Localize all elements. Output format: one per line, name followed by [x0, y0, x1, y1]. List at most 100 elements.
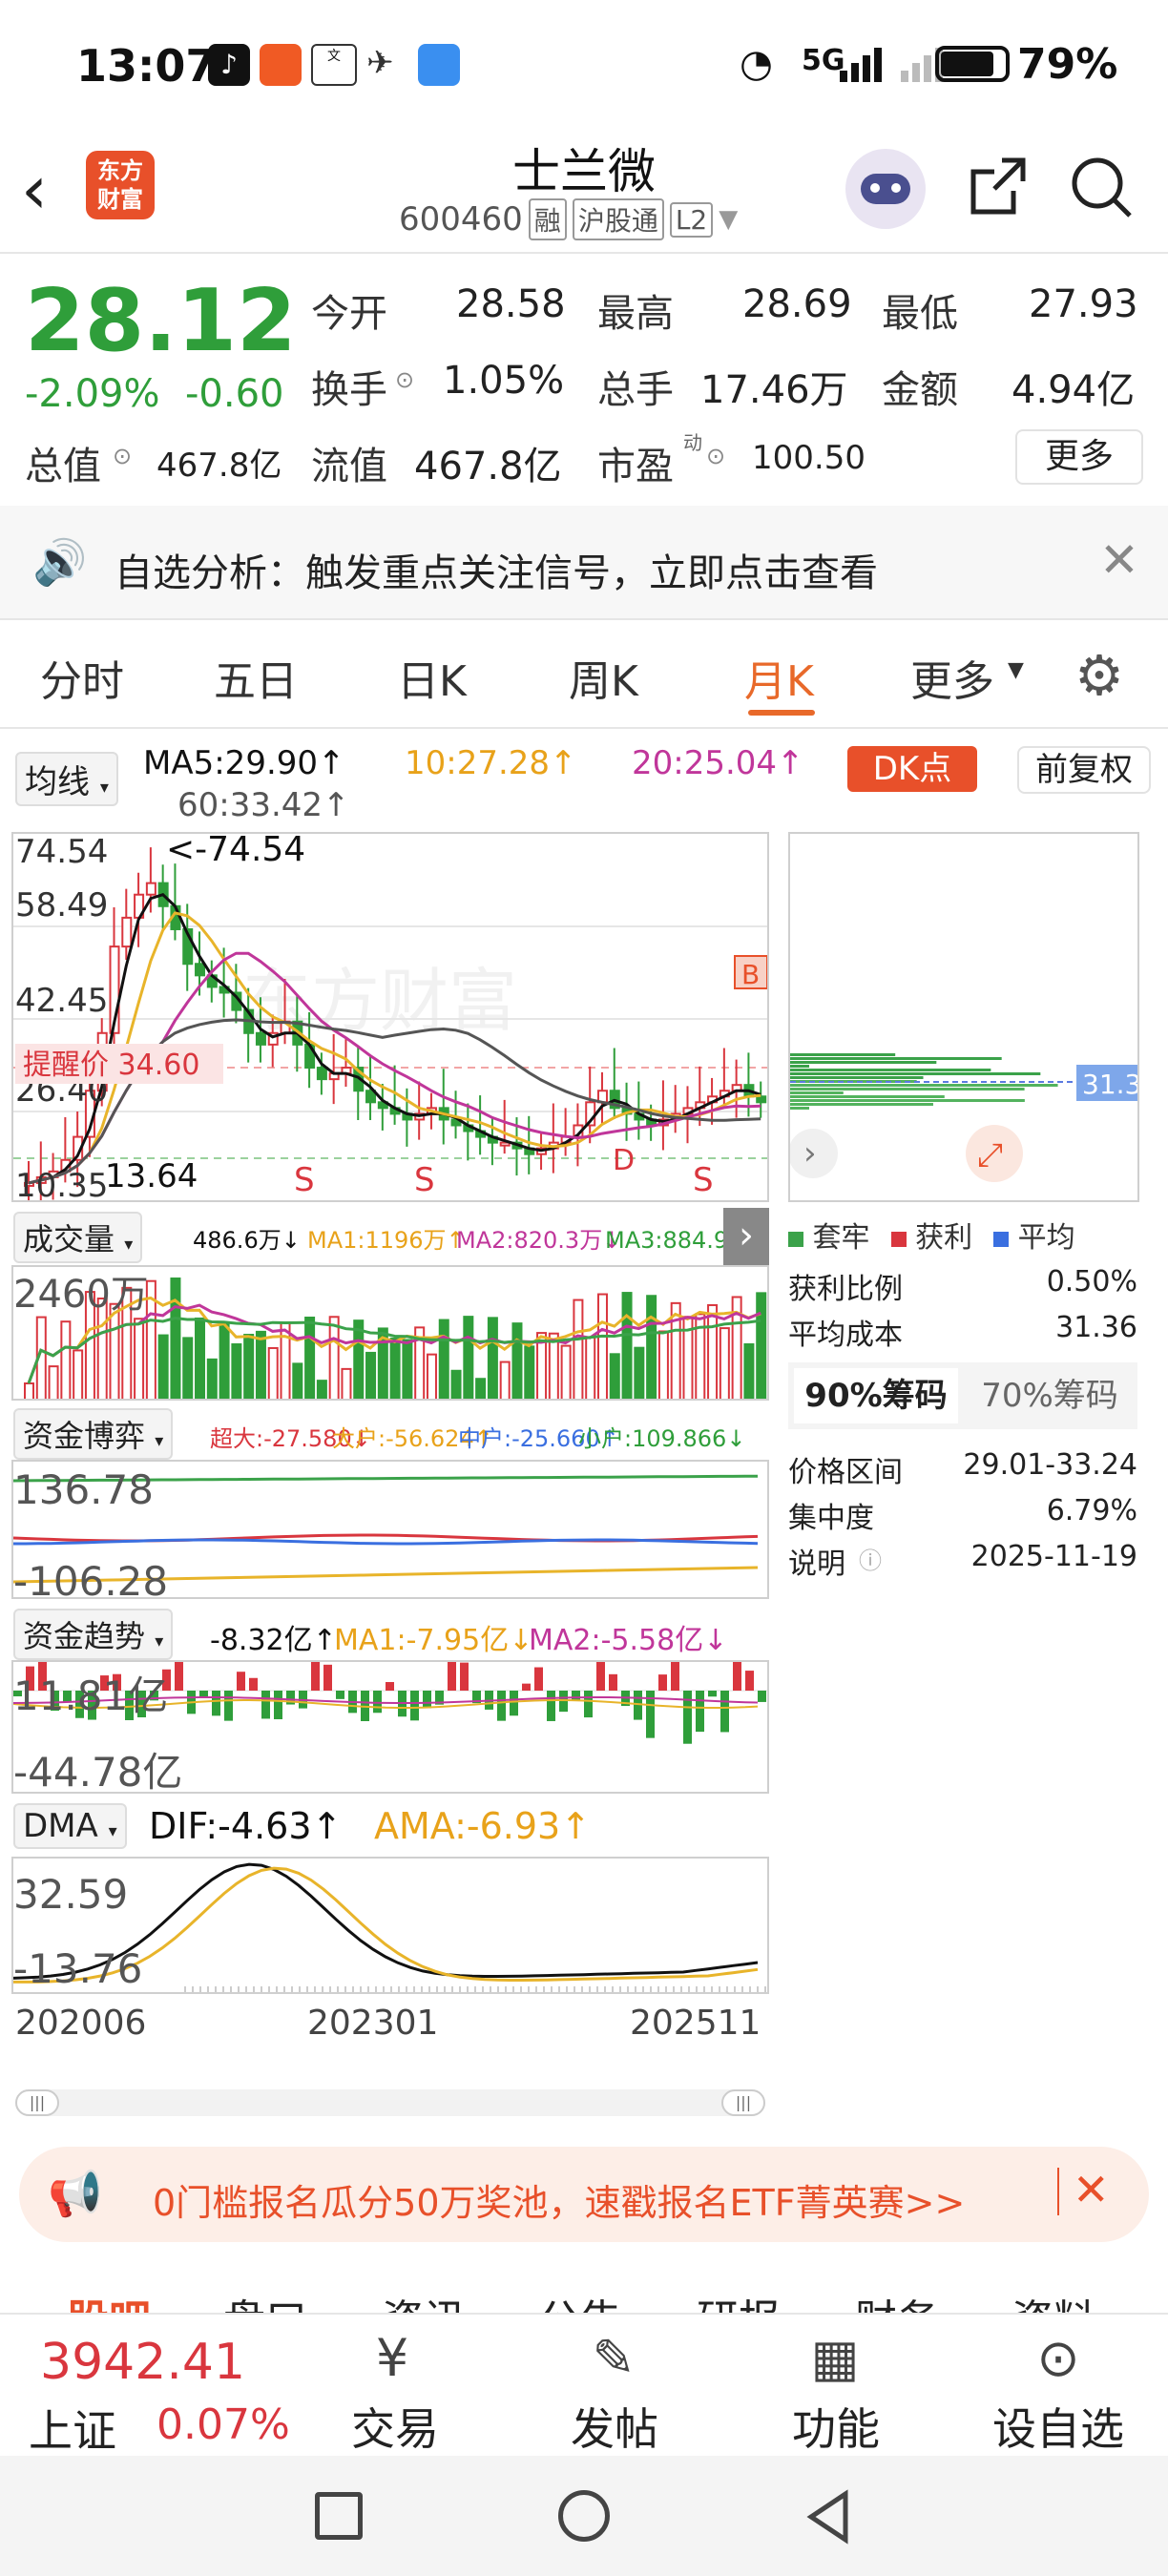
- volume-bar: [573, 1298, 584, 1399]
- profit-ratio-value: 0.50%: [1046, 1265, 1137, 1298]
- volume-ma2: MA2:820.3万↓: [456, 1227, 622, 1254]
- volume-bar: [426, 1353, 437, 1399]
- range-scrollbar[interactable]: ||| |||: [15, 2089, 765, 2116]
- info-icon[interactable]: ⊙: [395, 366, 414, 393]
- chip-stats: 套牢 获利 平均 获利比例 0.50% 平均成本 31.36 90%筹码 70%…: [788, 1214, 1141, 1633]
- expand-right-icon[interactable]: ›: [723, 1208, 769, 1267]
- search-icon[interactable]: [1067, 153, 1136, 221]
- tab-daily-k[interactable]: 日K: [397, 647, 467, 708]
- legend-avg: 平均: [993, 1214, 1075, 1256]
- trade-icon[interactable]: ¥: [349, 2328, 435, 2388]
- candle-body: [195, 963, 206, 977]
- change-amount: -0.60: [185, 372, 284, 416]
- tab-profile[interactable]: 资料: [1012, 2286, 1095, 2315]
- nav-features[interactable]: 功能: [779, 2395, 893, 2458]
- fund-trend-y-top: 11.81亿: [13, 1672, 168, 1719]
- float-value: 467.8亿: [414, 445, 562, 488]
- recent-apps-icon[interactable]: [315, 2492, 363, 2540]
- fund-trend-bar: [373, 1691, 382, 1714]
- tab-chip-90[interactable]: 90%筹码: [794, 1368, 958, 1423]
- tab-research[interactable]: 研报: [697, 2286, 781, 2315]
- assistant-robot-icon[interactable]: [845, 149, 926, 229]
- nav-add-watchlist[interactable]: 设自选: [977, 2395, 1139, 2458]
- close-icon[interactable]: ✕: [1073, 2164, 1110, 2215]
- info-icon[interactable]: ⊙: [706, 443, 725, 469]
- back-nav-icon[interactable]: [802, 2488, 859, 2545]
- promo-banner[interactable]: 📢 0门槛报名瓜分50万奖池，速戳报名ETF菁英赛>> ✕: [19, 2147, 1149, 2242]
- dma-ama: AMA:-6.93↑: [374, 1805, 592, 1847]
- tab-orderbook[interactable]: 盘口: [223, 2286, 307, 2315]
- dma-selector[interactable]: DMA ▾: [13, 1803, 127, 1849]
- chevron-down-icon[interactable]: ▼: [719, 205, 738, 234]
- expand-arrows-icon[interactable]: ⤢: [977, 1136, 1003, 1174]
- volume-value: 486.6万↓: [193, 1227, 301, 1254]
- kline-chart[interactable]: 东方财富 74.54 58.49 42.45 26.40 10.35 <-74.…: [11, 832, 769, 1202]
- tab-news[interactable]: 资讯: [382, 2286, 466, 2315]
- news-icon: 文: [311, 44, 357, 86]
- index-name[interactable]: 上证: [29, 2397, 116, 2460]
- legend-profit: 获利: [890, 1214, 972, 1256]
- change-percent: -2.09%: [25, 372, 160, 416]
- index-value[interactable]: 3942.41: [40, 2334, 245, 2391]
- analysis-banner[interactable]: 🔊 自选分析：触发重点关注信号，立即点击查看 ✕: [0, 506, 1168, 618]
- close-icon[interactable]: ✕: [1099, 532, 1139, 588]
- nav-trade[interactable]: 交易: [338, 2395, 452, 2458]
- volume-bar: [231, 1343, 242, 1399]
- tag-l2: L2: [669, 201, 714, 238]
- info-icon[interactable]: ⓘ: [859, 1542, 882, 1575]
- fund-trend-bar: [323, 1664, 332, 1691]
- open-label: 今开: [311, 292, 387, 336]
- share-icon[interactable]: [964, 153, 1031, 219]
- dma-header: DMA ▾ DIF:-4.63↑ AMA:-6.93↑: [0, 1799, 773, 1851]
- tab-chip-70[interactable]: 70%筹码: [968, 1368, 1132, 1423]
- grid-apps-icon[interactable]: ▦: [792, 2328, 878, 2388]
- chevron-right-icon[interactable]: ›: [803, 1134, 817, 1173]
- tab-monthly-k[interactable]: 月K: [744, 647, 814, 708]
- note-date: 2025-11-19: [970, 1540, 1137, 1573]
- honor-icon: [418, 44, 460, 86]
- volume-bar: [109, 1302, 120, 1399]
- chip-bar: [790, 1076, 924, 1079]
- scroll-handle-right[interactable]: |||: [721, 2089, 765, 2116]
- fund-game-selector[interactable]: 资金博弈 ▾: [13, 1408, 174, 1460]
- fund-trend-selector[interactable]: 资金趋势 ▾: [13, 1609, 174, 1660]
- signal-s[interactable]: S: [294, 1161, 315, 1199]
- signal-d[interactable]: D: [613, 1144, 635, 1177]
- volume-bar: [157, 1334, 169, 1399]
- current-price: 28.12: [25, 271, 297, 371]
- scroll-handle-left[interactable]: |||: [15, 2089, 59, 2116]
- section-tabs: 股吧 盘口 资讯 公告 研报 财务 资料: [0, 2257, 1168, 2315]
- home-icon[interactable]: [558, 2490, 610, 2542]
- candle-body: [316, 1067, 327, 1081]
- ma-selector[interactable]: 均线 ▾: [15, 752, 118, 806]
- tab-forum[interactable]: 股吧: [67, 2286, 151, 2315]
- tab-weekly-k[interactable]: 周K: [569, 647, 638, 708]
- tab-finance[interactable]: 财务: [855, 2286, 939, 2315]
- adjust-button[interactable]: 前复权: [1017, 746, 1151, 794]
- volume-bar: [657, 1330, 669, 1399]
- signal-b[interactable]: B: [741, 959, 760, 990]
- settings-gear-icon[interactable]: ⚙: [1074, 643, 1124, 708]
- tab-five-day[interactable]: 五日: [214, 647, 298, 708]
- chip-bar: [790, 1053, 896, 1056]
- tab-intraday[interactable]: 分时: [40, 647, 124, 708]
- fund-trend-bar: [497, 1691, 506, 1721]
- promo-text: 0门槛报名瓜分50万奖池，速戳报名ETF菁英赛>>: [153, 2182, 966, 2224]
- volume-selector[interactable]: 成交量 ▾: [13, 1212, 143, 1263]
- tab-announcements[interactable]: 公告: [538, 2286, 622, 2315]
- avg-cost-value: 31.36: [1055, 1311, 1137, 1344]
- nav-post[interactable]: 发帖: [557, 2395, 672, 2458]
- volume-bar: [475, 1378, 487, 1399]
- signal-s[interactable]: S: [693, 1161, 714, 1199]
- fund-trend-ma2: MA2:-5.58亿↓: [529, 1624, 728, 1657]
- system-nav-bar: [0, 2456, 1168, 2576]
- fund-trend-bar: [448, 1662, 456, 1691]
- more-quote-button[interactable]: 更多: [1015, 429, 1143, 485]
- post-edit-icon[interactable]: ✎: [571, 2328, 657, 2388]
- dk-point-button[interactable]: DK点: [847, 746, 977, 792]
- more-dots-icon[interactable]: ⊙: [1015, 2328, 1101, 2388]
- chip-distribution[interactable]: 31.36 › ⤢: [788, 832, 1139, 1202]
- tab-more[interactable]: 更多: [910, 647, 994, 708]
- signal-s[interactable]: S: [414, 1161, 435, 1199]
- info-icon[interactable]: ⊙: [113, 443, 132, 469]
